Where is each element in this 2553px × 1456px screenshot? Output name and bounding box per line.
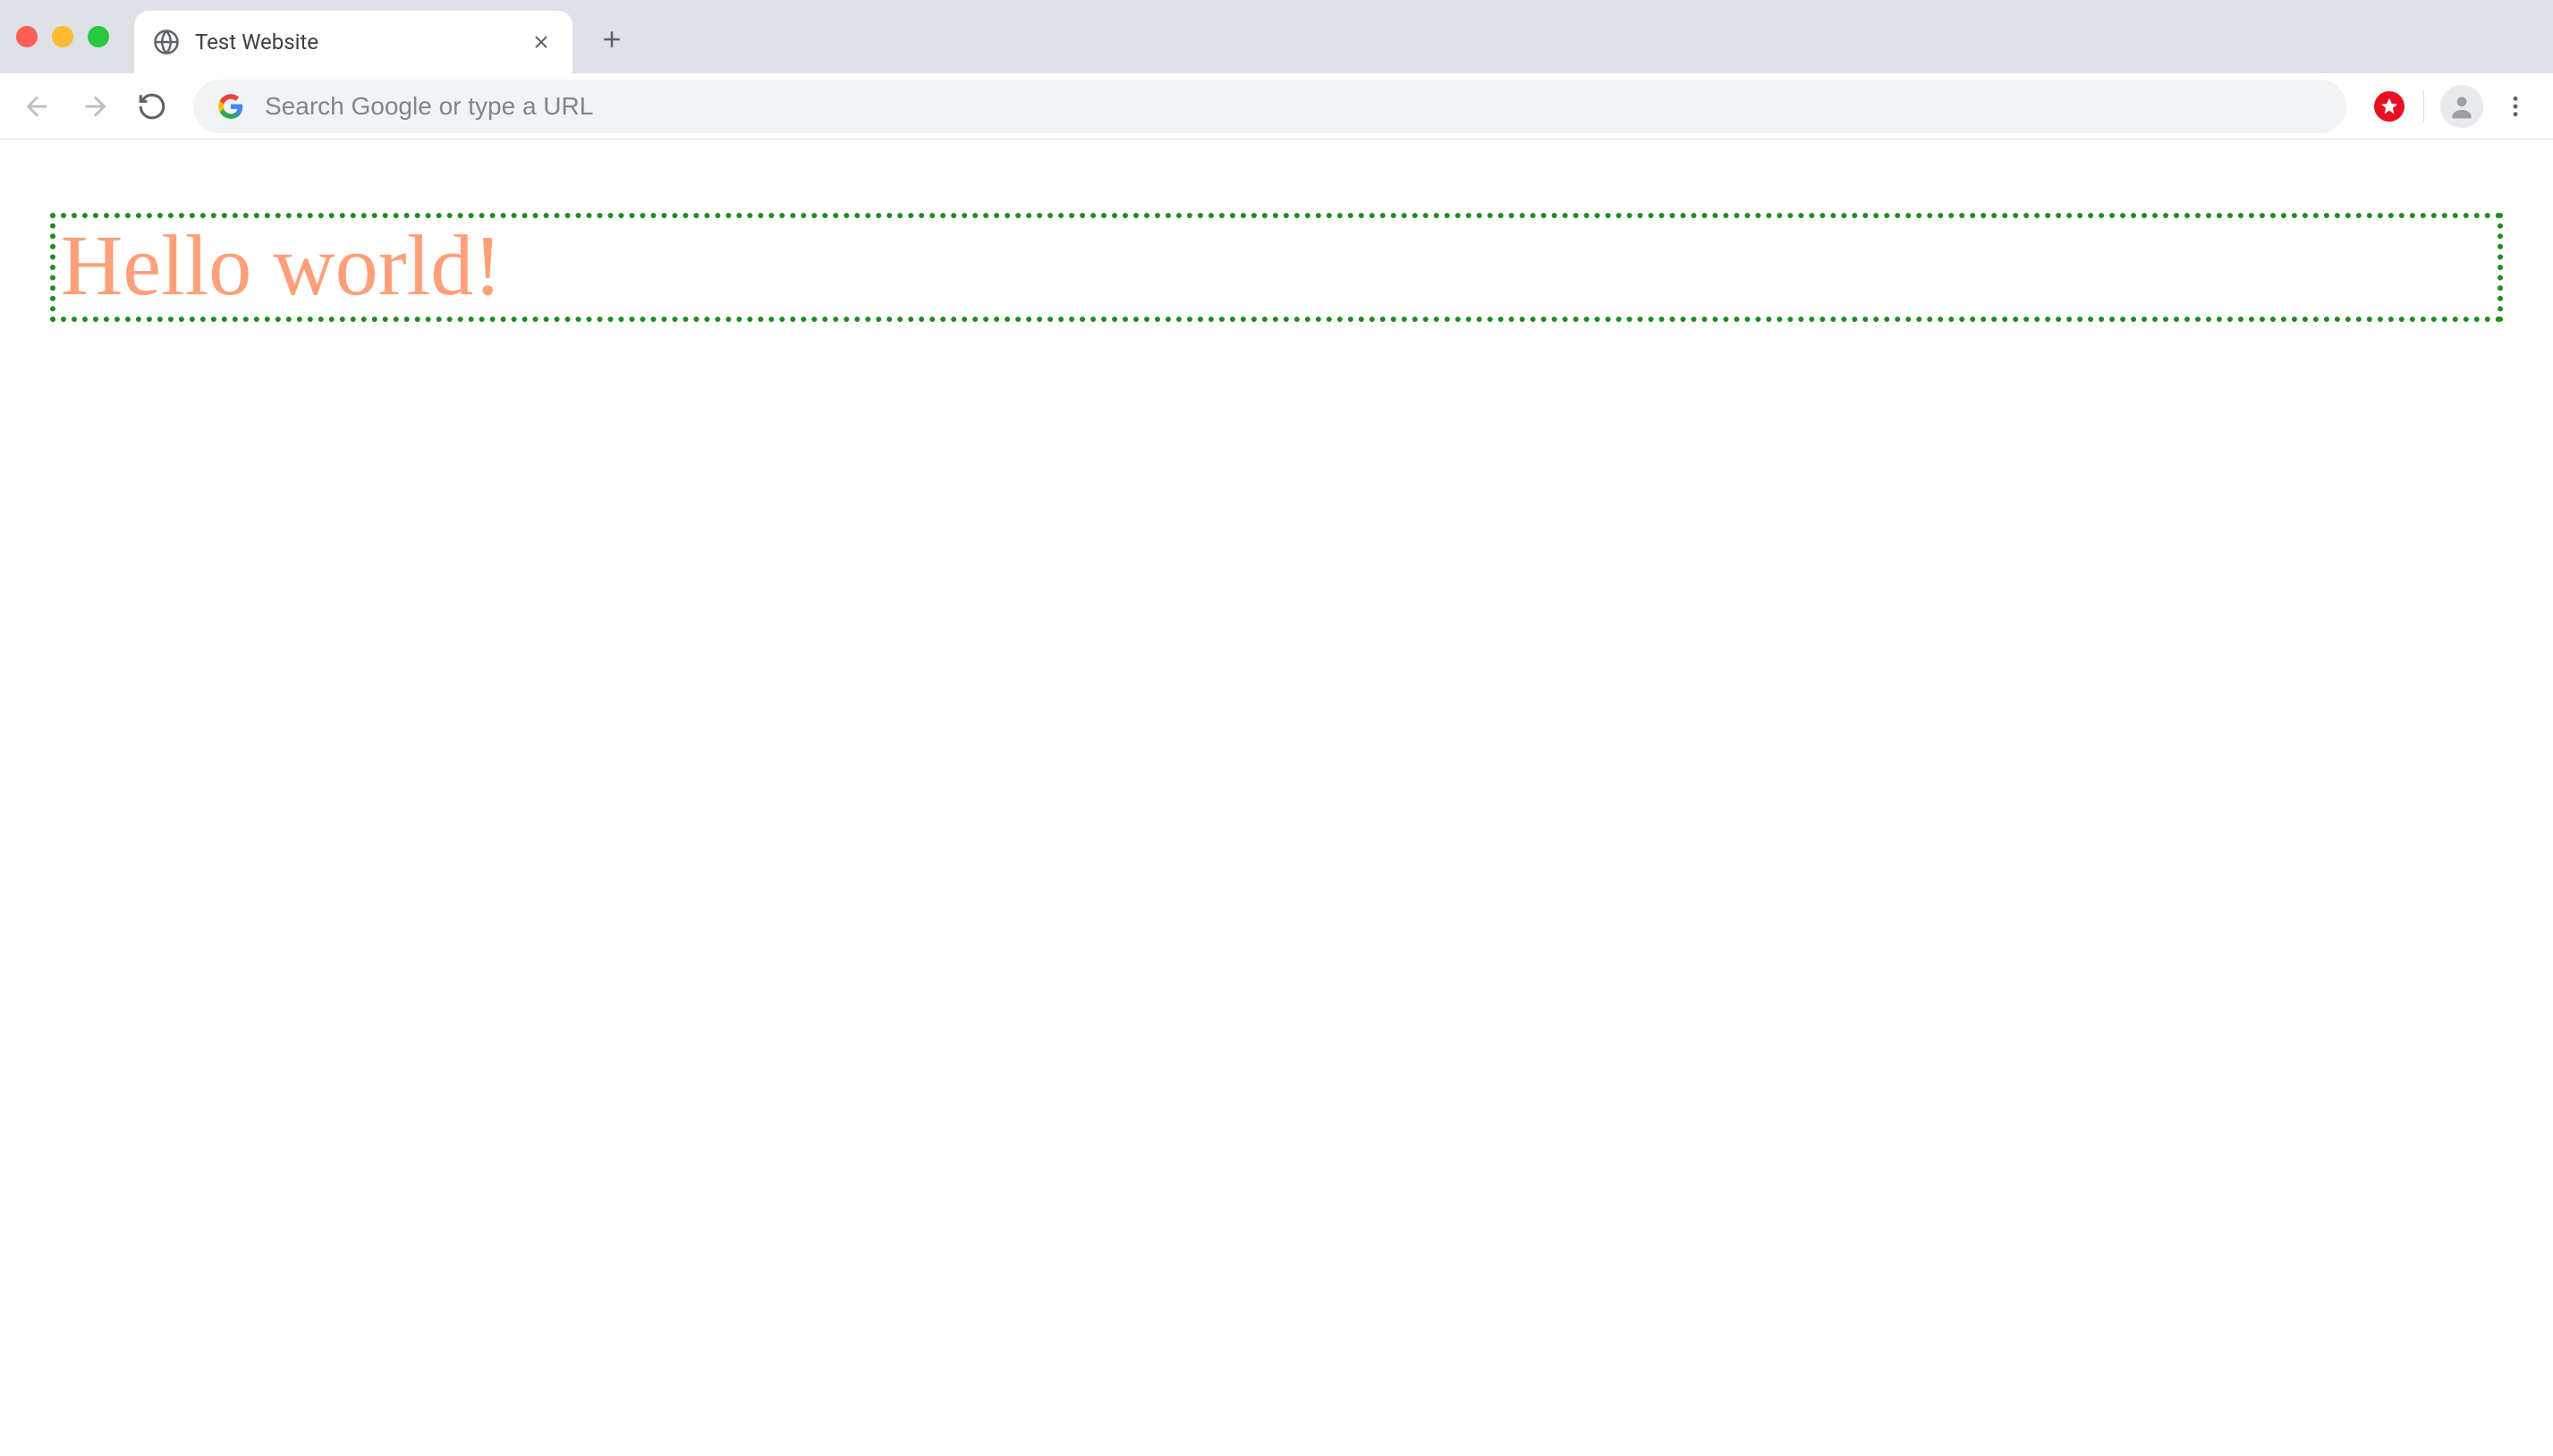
window-fullscreen-button[interactable]	[88, 26, 109, 47]
toolbar	[0, 73, 2553, 140]
window-close-button[interactable]	[16, 26, 38, 47]
reload-icon	[137, 91, 167, 122]
arrow-left-icon	[21, 90, 54, 123]
menu-button[interactable]	[2490, 81, 2540, 131]
kebab-menu-icon	[2502, 93, 2529, 120]
window-minimize-button[interactable]	[52, 26, 73, 47]
page-heading: Hello world!	[50, 213, 2503, 322]
back-button[interactable]	[13, 81, 63, 131]
page-content: Hello world!	[0, 140, 2553, 358]
profile-icon	[2447, 92, 2476, 121]
globe-icon	[152, 28, 181, 56]
profile-button[interactable]	[2440, 85, 2483, 128]
tab-title: Test Website	[195, 30, 513, 55]
browser-chrome: Test Website	[0, 0, 2553, 140]
plus-icon	[598, 26, 625, 53]
forward-button[interactable]	[70, 81, 120, 131]
extension-icon	[2374, 91, 2405, 122]
tab-strip: Test Website	[0, 0, 2553, 73]
window-controls	[16, 26, 109, 47]
toolbar-divider	[2423, 90, 2424, 123]
new-tab-button[interactable]	[587, 14, 637, 64]
reload-button[interactable]	[127, 81, 177, 131]
address-input[interactable]	[265, 92, 2323, 121]
browser-tab[interactable]: Test Website	[134, 11, 573, 73]
tab-close-button[interactable]	[528, 29, 555, 55]
omnibox[interactable]	[193, 80, 2346, 133]
google-icon	[216, 92, 245, 121]
close-icon	[530, 31, 552, 53]
extension-button[interactable]	[2371, 89, 2407, 124]
arrow-right-icon	[79, 90, 111, 123]
